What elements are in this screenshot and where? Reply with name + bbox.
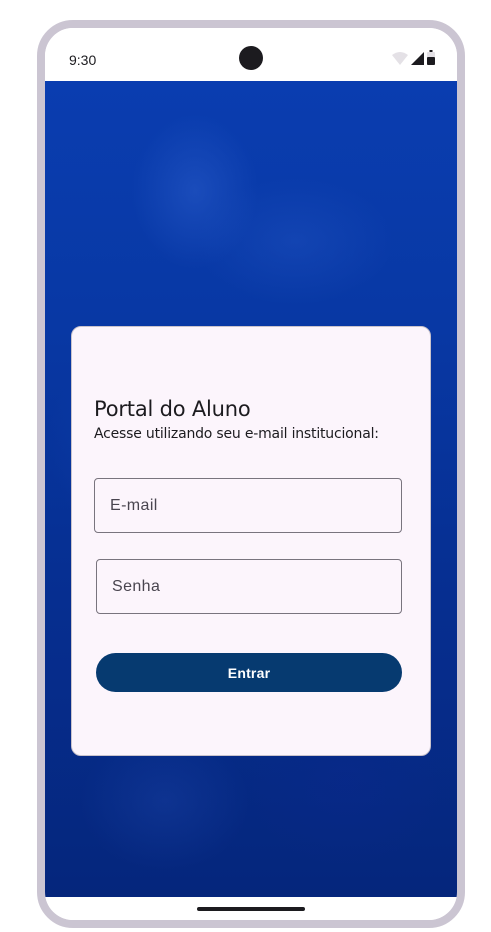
- home-indicator[interactable]: [197, 907, 305, 911]
- device-frame: 9:30 Portal do Aluno Acesse utilizando s…: [37, 20, 465, 928]
- signal-icon: [411, 52, 424, 70]
- page-subtitle: Acesse utilizando seu e-mail institucion…: [94, 426, 379, 442]
- status-icons: [392, 50, 435, 70]
- status-time: 9:30: [69, 52, 97, 68]
- wifi-icon: [392, 52, 408, 70]
- status-bar: 9:30: [45, 28, 457, 81]
- login-card: Portal do Aluno Acesse utilizando seu e-…: [71, 326, 431, 756]
- email-field[interactable]: [94, 478, 402, 533]
- background-image: Portal do Aluno Acesse utilizando seu e-…: [45, 81, 457, 897]
- login-button[interactable]: Entrar: [96, 653, 402, 692]
- password-field[interactable]: [96, 559, 402, 614]
- page-title: Portal do Aluno: [94, 397, 251, 421]
- battery-icon: [427, 50, 435, 70]
- camera-cutout: [239, 46, 263, 70]
- navigation-bar: [45, 897, 457, 920]
